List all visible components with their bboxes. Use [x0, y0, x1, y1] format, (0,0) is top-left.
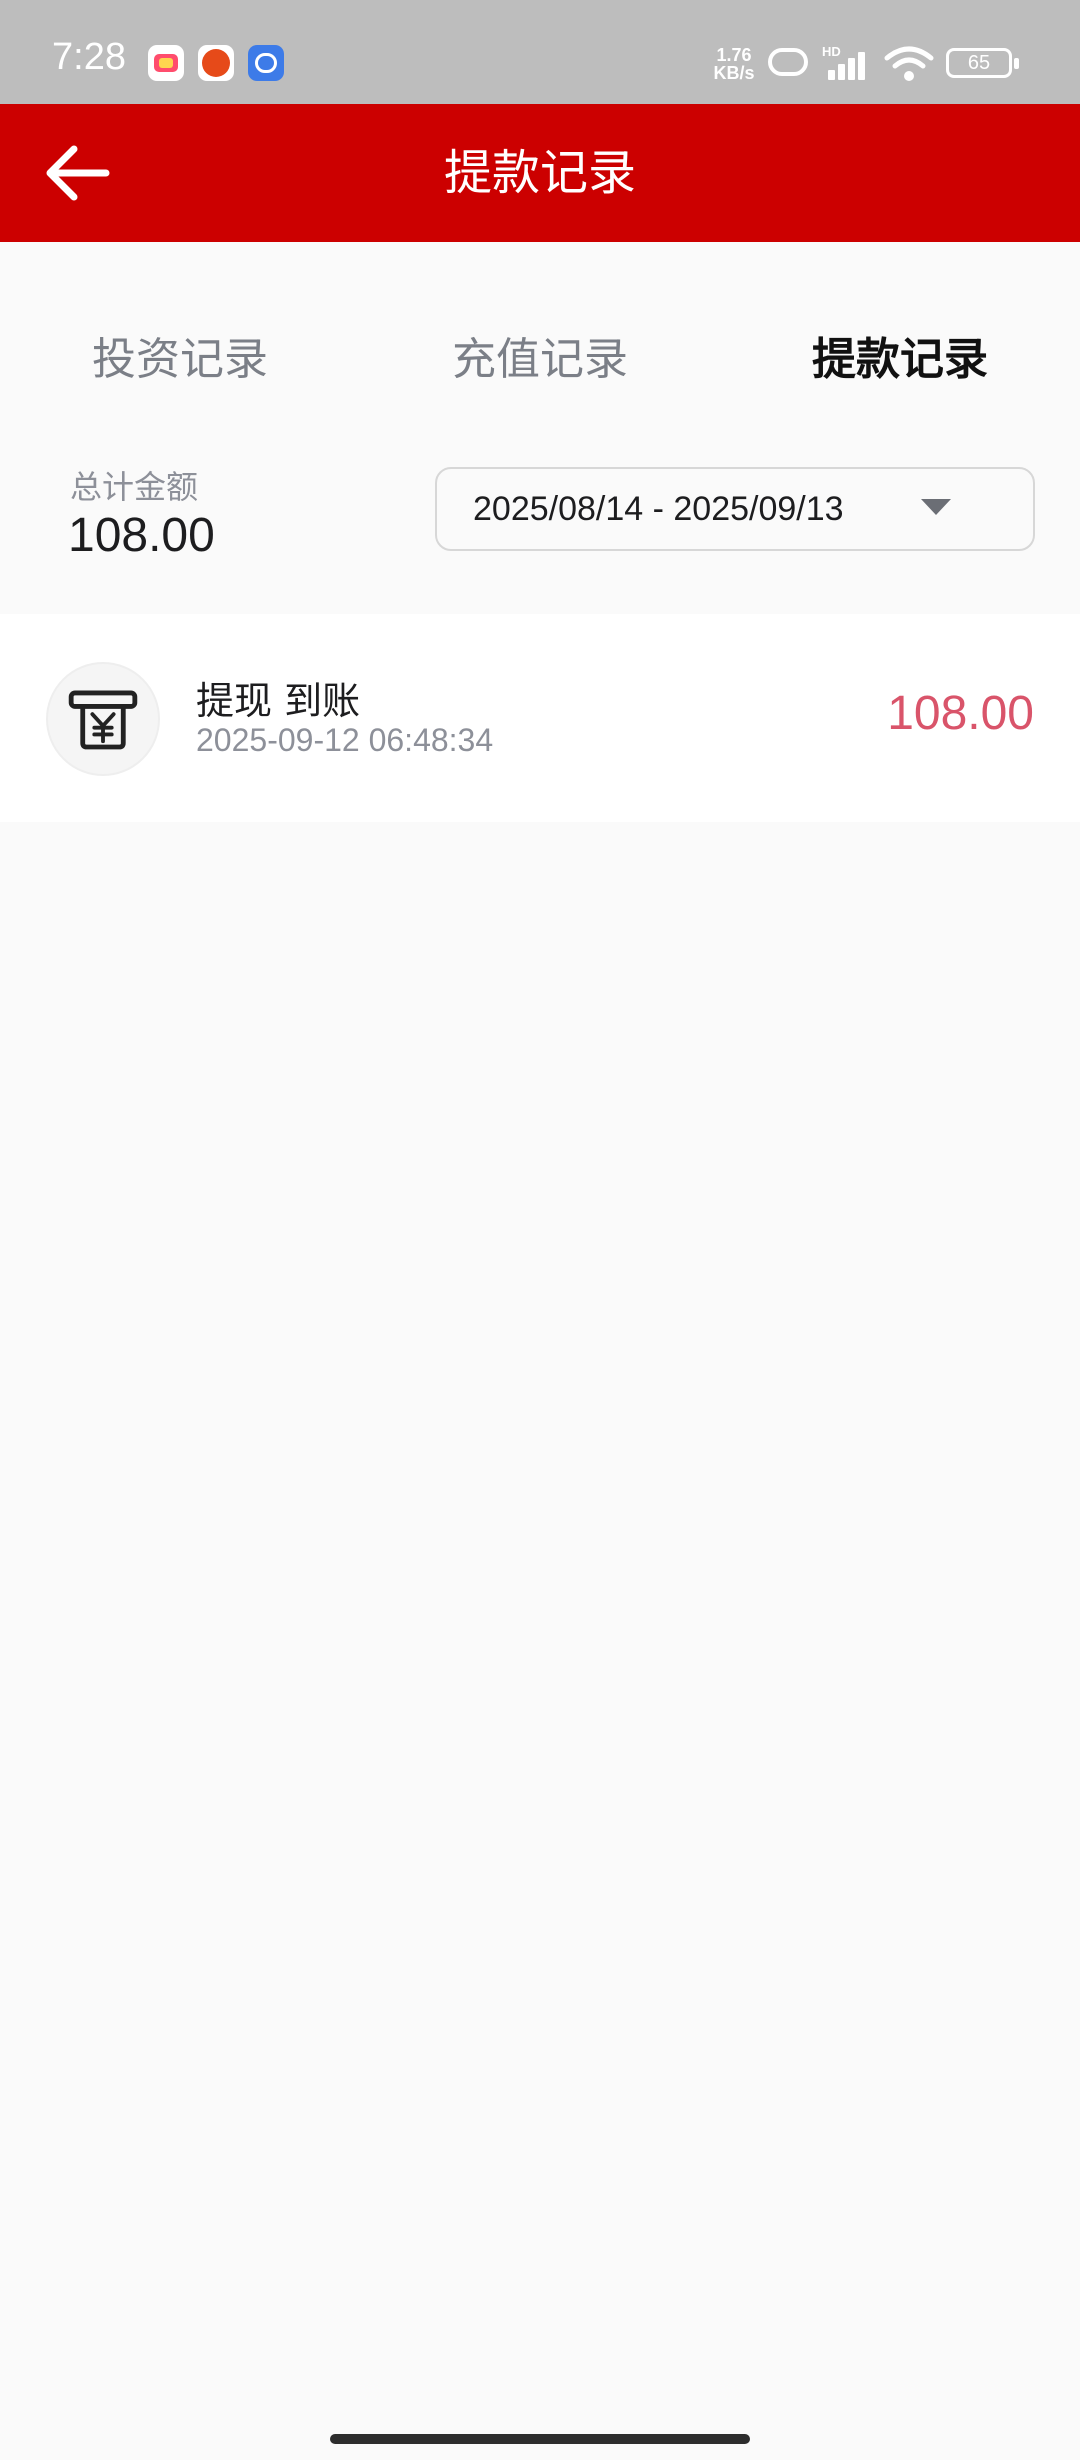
page-title: 提款记录	[443, 145, 636, 201]
record-icon-container	[46, 662, 160, 776]
total-amount-value: 108.00	[68, 509, 215, 562]
tab-withdrawal-records[interactable]: 提款记录	[750, 332, 1050, 388]
tab-deposit-records[interactable]: 充值记录	[390, 332, 690, 388]
tab-investment-records[interactable]: 投资记录	[30, 332, 330, 388]
network-speed-value: 1.76	[716, 45, 752, 65]
battery-icon: 65	[946, 48, 1019, 78]
network-speed-unit: KB/s	[713, 63, 755, 83]
record-amount: 108.00	[887, 687, 1034, 740]
app-icon-2	[198, 45, 234, 81]
network-speed: 1.76 KB/s	[708, 46, 760, 82]
date-range-selector[interactable]: 2025/08/14 - 2025/09/13	[435, 467, 1035, 551]
signal-icon	[822, 48, 872, 80]
list-item[interactable]: 提现 到账 2025-09-12 06:48:34 108.00	[0, 614, 1080, 822]
record-timestamp: 2025-09-12 06:48:34	[196, 722, 494, 758]
home-gesture-bar[interactable]	[330, 2434, 750, 2444]
app-icon-1	[148, 45, 184, 81]
status-bar: 7:28 1.76 KB/s HD 65	[0, 0, 1080, 104]
wifi-icon	[884, 46, 934, 81]
status-time: 7:28	[52, 36, 126, 78]
date-range-value: 2025/08/14 - 2025/09/13	[473, 490, 844, 528]
battery-level: 65	[967, 52, 991, 74]
app-icon-3	[248, 45, 284, 81]
atm-yen-icon	[68, 690, 138, 750]
app-header: 提款记录	[0, 104, 1080, 242]
record-tabs: 投资记录 充值记录 提款记录	[0, 242, 1080, 432]
total-amount-label: 总计金额	[70, 468, 199, 506]
caret-down-icon	[921, 499, 951, 515]
back-arrow-icon[interactable]	[40, 136, 120, 210]
record-list: 提现 到账 2025-09-12 06:48:34 108.00	[0, 614, 1080, 822]
record-title: 提现 到账	[196, 679, 361, 723]
link-icon	[768, 48, 808, 76]
